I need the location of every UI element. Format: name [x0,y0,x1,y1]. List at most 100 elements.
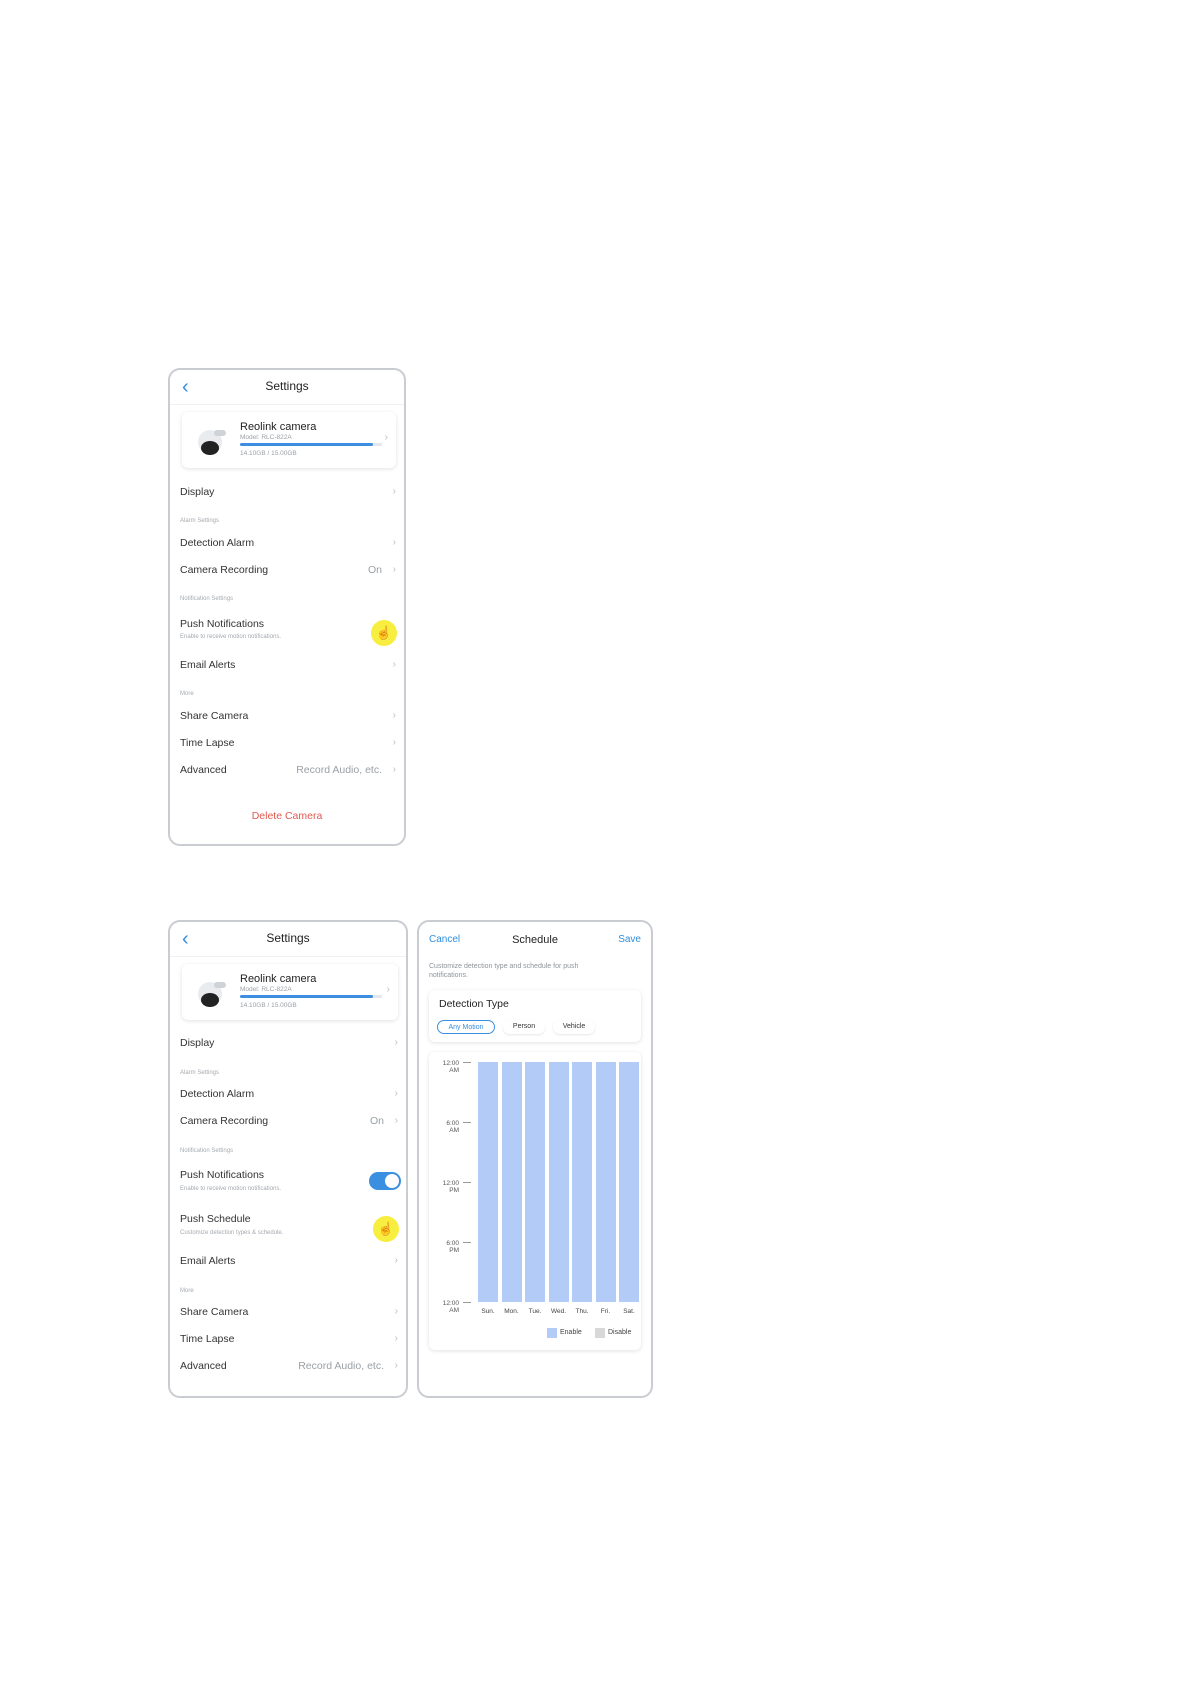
row-label: Push Notifications [180,618,265,630]
row-display[interactable]: Display › [180,486,396,498]
detection-type-card: Detection Type Any Motion Person Vehicle [429,990,641,1042]
settings-nav-1: ‹ Settings [170,370,404,405]
camera-card[interactable]: Reolink camera Model: RLC-822A 14.10GB /… [182,412,396,468]
row-sublabel: Customize detection types & schedule. [180,1230,284,1236]
row-label: Time Lapse [180,1333,235,1345]
chevron-right-icon: › [386,984,390,995]
chevron-right-icon: › [394,1360,398,1371]
pointer-hand-icon: ☝ [373,1216,399,1242]
row-time-lapse[interactable]: Time Lapse › [180,1333,398,1345]
day-label: Mon. [504,1308,519,1315]
row-display[interactable]: Display › [180,1037,398,1049]
section-more: More [180,1288,194,1294]
camera-icon [198,430,226,455]
chip-any-motion[interactable]: Any Motion [437,1020,495,1034]
row-advanced[interactable]: Advanced Record Audio, etc. › [180,1360,398,1372]
schedule-bar-2[interactable] [525,1062,545,1302]
row-label: Push Notifications [180,1169,265,1181]
section-more: More [180,691,194,697]
row-label: Push Schedule [180,1213,251,1225]
schedule-bar-3[interactable] [548,1062,569,1302]
time-tick-label: 12:00 PM [442,1180,459,1194]
time-tick-mark [463,1122,471,1123]
row-detection-alarm[interactable]: Detection Alarm › [180,537,396,549]
chevron-right-icon: › [392,659,396,670]
time-tick-mark [463,1062,471,1063]
legend-enable-swatch [547,1328,557,1338]
schedule-bar-6[interactable] [619,1062,639,1302]
row-push-notifications[interactable]: Push Notifications [180,1169,398,1181]
day-label: Tue. [528,1308,542,1315]
row-label: Display [180,486,215,498]
row-label: Advanced [180,1360,227,1372]
row-share-camera[interactable]: Share Camera › [180,1306,398,1318]
settings-screen-2: ‹ Settings Reolink camera Model: RLC-822… [168,920,408,1398]
row-label: Time Lapse [180,737,235,749]
row-label: Display [180,1037,215,1049]
delete-camera-button[interactable]: Delete Camera [170,810,404,822]
time-tick-label: 12:00 AM [442,1060,459,1074]
row-value: Record Audio, etc. [298,1360,384,1372]
row-label: Share Camera [180,1306,249,1318]
row-share-camera[interactable]: Share Camera › [180,710,396,722]
row-value: Record Audio, etc. [296,764,382,776]
row-label: Email Alerts [180,1255,236,1267]
detection-type-title: Detection Type [439,998,509,1010]
camera-name: Reolink camera [240,421,317,433]
section-alarm-settings: Alarm Settings [180,1070,220,1076]
time-tick-mark [463,1302,471,1303]
chevron-right-icon: › [394,1037,398,1048]
chip-vehicle[interactable]: Vehicle [553,1020,595,1034]
row-time-lapse[interactable]: Time Lapse › [180,737,396,749]
row-label: Detection Alarm [180,1088,255,1100]
chevron-right-icon: › [392,764,396,775]
row-camera-recording[interactable]: Camera Recording On › [180,1115,398,1127]
row-label: Camera Recording [180,1115,269,1127]
day-label: Sun. [481,1308,495,1315]
row-push-notifications[interactable]: Push Notifications [180,618,396,630]
chevron-right-icon: › [394,1255,398,1266]
camera-name: Reolink camera [240,973,317,985]
schedule-bar-0[interactable] [478,1062,498,1302]
camera-icon [198,982,226,1007]
settings-nav-2: ‹ Settings [170,922,406,957]
chevron-right-icon: › [394,1115,398,1126]
row-email-alerts[interactable]: Email Alerts › [180,1255,398,1267]
row-email-alerts[interactable]: Email Alerts › [180,659,396,671]
section-notification-settings: Notification Settings [180,1148,234,1154]
row-camera-recording[interactable]: Camera Recording On › [180,564,396,576]
row-label: Email Alerts [180,659,236,671]
pointer-hand-icon: ☝ [371,620,397,646]
row-sublabel: Enable to receive motion notifications. [180,634,282,640]
time-tick-label: 12:00 AM [442,1300,459,1314]
chevron-right-icon: › [394,1088,398,1099]
schedule-bar-5[interactable] [595,1062,616,1302]
row-advanced[interactable]: Advanced Record Audio, etc. › [180,764,396,776]
schedule-chart-card: 12:00 AM 6:00 AM 12:00 PM 6:00 PM 12:00 AM Sun. Mo… [429,1052,641,1350]
page-title: Settings [265,379,309,393]
chevron-right-icon: › [394,1333,398,1344]
time-tick-mark [463,1182,471,1183]
page-title: Schedule [512,934,558,946]
schedule-description: Customize detection type and schedule fo… [429,963,579,979]
day-label: Thu. [575,1308,589,1315]
storage-text: 14.10GB / 15.00GB [240,450,297,457]
push-notifications-toggle[interactable] [369,1172,401,1190]
legend-disable-label: Disable [608,1329,632,1336]
save-button[interactable]: Save [618,934,641,945]
chevron-right-icon: › [392,537,396,548]
schedule-bar-1[interactable] [501,1062,522,1302]
day-label: Wed. [550,1308,567,1315]
settings-screen-1: ‹ Settings Reolink camera Model: RLC-822… [168,368,406,846]
schedule-screen: Cancel Schedule Save Customize detection… [417,920,653,1398]
row-label: Camera Recording [180,564,269,576]
row-value: On [367,564,382,576]
storage-bar-fill [240,443,374,446]
row-detection-alarm[interactable]: Detection Alarm › [180,1088,398,1100]
chip-person[interactable]: Person [503,1020,545,1034]
camera-model: Model: RLC-822A [240,434,292,441]
row-label: Advanced [180,764,227,776]
camera-card[interactable]: Reolink camera Model: RLC-822A 14.10GB /… [182,964,398,1020]
schedule-bar-4[interactable] [572,1062,592,1302]
row-push-schedule[interactable]: Push Schedule [180,1213,398,1225]
